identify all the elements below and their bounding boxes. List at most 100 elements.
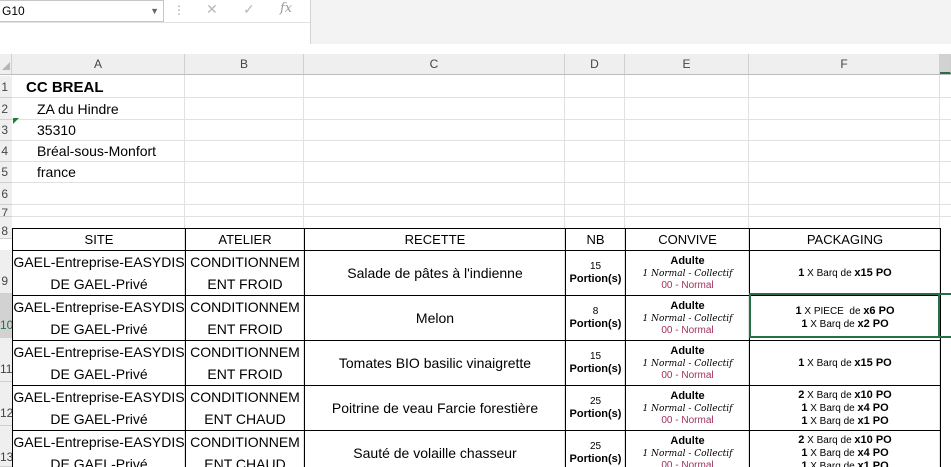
recette-cell[interactable]: Tomates BIO basilic vinaigrette xyxy=(304,340,566,386)
address-line-1[interactable]: ZA du Hindre xyxy=(37,101,119,117)
row-header-7[interactable]: 7 xyxy=(0,205,12,217)
error-indicator-icon[interactable] xyxy=(13,118,19,124)
row-header-5[interactable]: 5 xyxy=(0,162,12,183)
nb-cell[interactable]: 25 Portion(s) xyxy=(565,385,626,431)
address-line-2[interactable]: 35310 xyxy=(37,122,76,138)
header-nb[interactable]: NB xyxy=(565,228,626,251)
row-header-11[interactable]: 11 xyxy=(0,338,12,382)
atelier-cell[interactable]: CONDITIONNEM ENT CHAUD xyxy=(185,385,305,431)
convive-cell[interactable]: Adulte 1 Normal - Collectif 00 - Normal xyxy=(625,385,750,431)
packaging-cell[interactable]: 1 X Barq de x15 PO xyxy=(749,340,941,386)
site-cell[interactable]: GAEL-Entreprise-EASYDIS DE GAEL-Privé xyxy=(12,385,186,431)
nb-unit: Portion(s) xyxy=(569,407,622,420)
site-line: GAEL-Entreprise-EASYDIS xyxy=(13,389,185,405)
formula-bar-area: G10 ▼ ⋮ ✕ ✓ fx xyxy=(0,0,951,44)
packaging-line: 1 X Barq de x2 PO xyxy=(751,318,940,331)
row-header-1[interactable]: 1 xyxy=(0,76,12,98)
convive-cell[interactable]: Adulte 1 Normal - Collectif 00 - Normal xyxy=(625,250,750,296)
column-header-d[interactable]: D xyxy=(565,54,625,74)
convive-cell[interactable]: Adulte 1 Normal - Collectif 00 - Normal xyxy=(625,295,750,341)
row-header-9[interactable]: 9 xyxy=(0,250,12,294)
atelier-cell[interactable]: CONDITIONNEM ENT FROID xyxy=(185,250,305,296)
production-table: SITE ATELIER RECETTE NB CONVIVE PACKAGIN… xyxy=(12,228,941,467)
packaging-cell[interactable]: 2 X Barq de x10 PO 1 X Barq de x4 PO 1 X B… xyxy=(749,385,941,431)
site-cell[interactable]: GAEL-Entreprise-EASYDIS DE GAEL-Privé xyxy=(12,295,186,341)
column-header-g[interactable] xyxy=(940,54,951,74)
table-row: GAEL-Entreprise-EASYDIS DE GAEL-Privé COND… xyxy=(12,385,941,431)
convive-cell[interactable]: Adulte 1 Normal - Collectif 00 - Normal xyxy=(625,340,750,386)
header-recette[interactable]: RECETTE xyxy=(304,228,566,251)
name-box[interactable]: G10 ▼ xyxy=(0,0,164,22)
convive-line: 00 - Normal xyxy=(661,414,714,426)
convive-line: 1 Normal - Collectif xyxy=(642,358,733,369)
header-convive[interactable]: CONVIVE xyxy=(625,228,750,251)
formula-input-area[interactable] xyxy=(310,0,951,44)
recette-cell[interactable]: Melon xyxy=(304,295,566,341)
packaging-text: X Barq de xyxy=(804,389,855,401)
column-header-c[interactable]: C xyxy=(304,54,565,74)
site-cell[interactable]: GAEL-Entreprise-EASYDIS DE GAEL-Privé xyxy=(12,250,186,296)
row-header-10[interactable]: 10 xyxy=(0,294,12,338)
atelier-line: CONDITIONNEM xyxy=(190,299,300,315)
atelier-line: ENT CHAUD xyxy=(204,411,286,427)
packaging-line: 1 X Barq de x1 PO xyxy=(751,415,940,428)
recette-cell[interactable]: Salade de pâtes à l'indienne xyxy=(304,250,566,296)
header-packaging[interactable]: PACKAGING xyxy=(749,228,941,251)
site-cell[interactable]: GAEL-Entreprise-EASYDIS DE GAEL-Privé xyxy=(12,340,186,386)
nb-value: 15 xyxy=(589,350,602,362)
header-site[interactable]: SITE xyxy=(12,228,186,251)
address-line-3[interactable]: Bréal-sous-Monfort xyxy=(37,143,156,159)
atelier-cell[interactable]: CONDITIONNEM ENT FROID xyxy=(185,295,305,341)
packaging-cell[interactable]: 1 X PIECE de x6 PO 1 X Barq de x2 PO xyxy=(749,295,941,341)
row-header-2[interactable]: 2 xyxy=(0,98,12,120)
header-atelier[interactable]: ATELIER xyxy=(185,228,305,251)
recette-cell[interactable]: Poitrine de veau Farcie forestière xyxy=(304,385,566,431)
chevron-down-icon[interactable]: ▼ xyxy=(150,1,159,21)
atelier-cell[interactable]: CONDITIONNEM ENT CHAUD xyxy=(185,430,305,467)
packaging-line: 1 X Barq de x4 PO xyxy=(751,401,940,415)
row-header-8[interactable]: 8 xyxy=(0,217,12,239)
packaging-po: x6 PO xyxy=(863,305,895,317)
atelier-line: ENT FROID xyxy=(207,366,283,382)
nb-cell[interactable]: 8 Portion(s) xyxy=(565,295,626,341)
column-header-b[interactable]: B xyxy=(185,54,304,74)
atelier-line: ENT CHAUD xyxy=(204,456,286,467)
enter-icon[interactable]: ✓ xyxy=(243,1,255,18)
site-cell[interactable]: GAEL-Entreprise-EASYDIS DE GAEL-Privé xyxy=(12,430,186,467)
convive-line: 00 - Normal xyxy=(661,324,714,336)
column-header-f[interactable]: F xyxy=(749,54,940,74)
packaging-line: 1 X PIECE de x6 PO xyxy=(751,305,940,318)
packaging-po: x10 PO xyxy=(854,388,892,401)
packaging-cell[interactable]: 2 X Barq de x10 PO 1 X Barq de x4 PO 1 X B… xyxy=(749,430,941,467)
nb-cell[interactable]: 15 Portion(s) xyxy=(565,340,626,386)
packaging-po: x4 PO xyxy=(857,401,889,414)
column-header-e[interactable]: E xyxy=(625,54,749,74)
select-all-icon[interactable] xyxy=(2,62,10,70)
drag-handle-icon[interactable]: ⋮ xyxy=(173,3,185,17)
address-line-4[interactable]: france xyxy=(37,164,76,180)
row-header-13[interactable]: 13 xyxy=(0,426,12,467)
cancel-icon[interactable]: ✕ xyxy=(206,1,218,18)
company-title[interactable]: CC BREAL xyxy=(26,79,104,96)
row-header-3[interactable]: 3 xyxy=(0,120,12,141)
row-header-6[interactable]: 6 xyxy=(0,183,12,205)
atelier-cell[interactable]: CONDITIONNEM ENT FROID xyxy=(185,340,305,386)
nb-cell[interactable]: 15 Portion(s) xyxy=(565,250,626,296)
gridline xyxy=(12,182,951,183)
packaging-cell[interactable]: 1 X Barq de x15 PO xyxy=(749,250,941,296)
insert-function-icon[interactable]: fx xyxy=(280,1,292,16)
column-header-a[interactable]: A xyxy=(12,54,185,74)
nb-cell[interactable]: 25 Portion(s) xyxy=(565,430,626,467)
convive-cell[interactable]: Adulte 1 Normal - Collectif 00 - Normal xyxy=(625,430,750,467)
row-header-4[interactable]: 4 xyxy=(0,141,12,162)
gridline xyxy=(12,140,951,141)
nb-value: 8 xyxy=(592,305,599,317)
packaging-text: X Barq de xyxy=(807,415,858,427)
atelier-line: CONDITIONNEM xyxy=(190,254,300,270)
recette-cell[interactable]: Sauté de volaille chasseur xyxy=(304,430,566,467)
packaging-po: x1 PO xyxy=(857,459,889,467)
packaging-po: x10 PO xyxy=(854,433,892,446)
packaging-po: x15 PO xyxy=(854,356,892,369)
row-header-12[interactable]: 12 xyxy=(0,382,12,426)
nb-unit: Portion(s) xyxy=(569,272,622,285)
